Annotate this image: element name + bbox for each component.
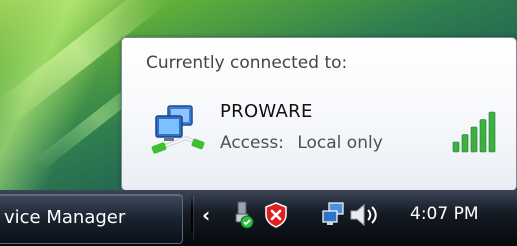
access-label: Access:: [220, 133, 284, 153]
signal-bar: [452, 141, 460, 153]
taskbar-clock[interactable]: 4:07 PM: [410, 204, 479, 224]
network-name: PROWARE: [220, 101, 313, 122]
show-hidden-icons-chevron-icon[interactable]: ‹: [202, 204, 216, 226]
signal-bar: [461, 134, 469, 153]
access-status: Access: Local only: [220, 133, 383, 153]
taskbar-button-label: vice Manager: [4, 207, 126, 228]
signal-bar: [479, 119, 487, 153]
signal-bar: [488, 111, 496, 153]
popup-title: Currently connected to:: [146, 53, 348, 73]
taskbar-button-device-manager[interactable]: vice Manager: [0, 194, 183, 244]
network-status-popup[interactable]: Currently connected to: PROWARE Access: …: [121, 37, 517, 191]
volume-icon[interactable]: [349, 202, 383, 228]
tray-separator: [191, 196, 193, 240]
network-icon[interactable]: [321, 202, 345, 228]
access-value: Local only: [297, 133, 383, 153]
security-alert-icon[interactable]: [263, 202, 289, 228]
signal-strength-icon: [452, 111, 496, 153]
safely-remove-hardware-icon[interactable]: [232, 200, 254, 230]
taskbar: vice Manager ‹ 4:07 PM: [0, 190, 517, 246]
network-computers-icon: [151, 105, 205, 154]
signal-bar: [470, 126, 478, 153]
